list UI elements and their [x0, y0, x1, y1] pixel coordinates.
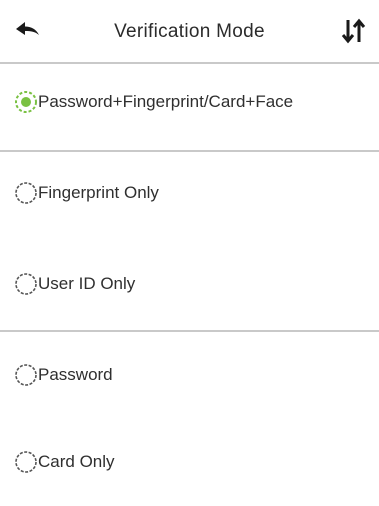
option-card-only[interactable]: Card Only	[0, 432, 379, 492]
radio-unselected-icon[interactable]	[14, 450, 38, 474]
divider	[0, 62, 379, 64]
radio-unselected-icon[interactable]	[14, 363, 38, 387]
radio-selected-icon[interactable]	[14, 90, 38, 114]
option-label: Password	[38, 365, 113, 384]
divider	[0, 330, 379, 332]
option-user-id-only[interactable]: User ID Only	[0, 254, 379, 314]
page-title: Verification Mode	[114, 21, 265, 42]
radio-unselected-icon[interactable]	[14, 181, 38, 205]
back-arrow-icon[interactable]	[14, 20, 42, 42]
divider	[0, 150, 379, 152]
radio-unselected-icon[interactable]	[14, 272, 38, 296]
option-password-fingerprint-card-face[interactable]: Password+Fingerprint/Card+Face	[0, 72, 379, 132]
sort-arrows-icon[interactable]	[338, 17, 370, 45]
option-label: User ID Only	[38, 274, 136, 293]
option-label: Fingerprint Only	[38, 183, 159, 202]
screen: Verification Mode Password+Fingerprint/C…	[0, 0, 379, 506]
option-password[interactable]: Password	[0, 345, 379, 405]
option-fingerprint-only[interactable]: Fingerprint Only	[0, 163, 379, 223]
header-bar: Verification Mode	[0, 0, 379, 62]
option-label: Card Only	[38, 452, 115, 471]
option-label: Password+Fingerprint/Card+Face	[38, 92, 294, 111]
